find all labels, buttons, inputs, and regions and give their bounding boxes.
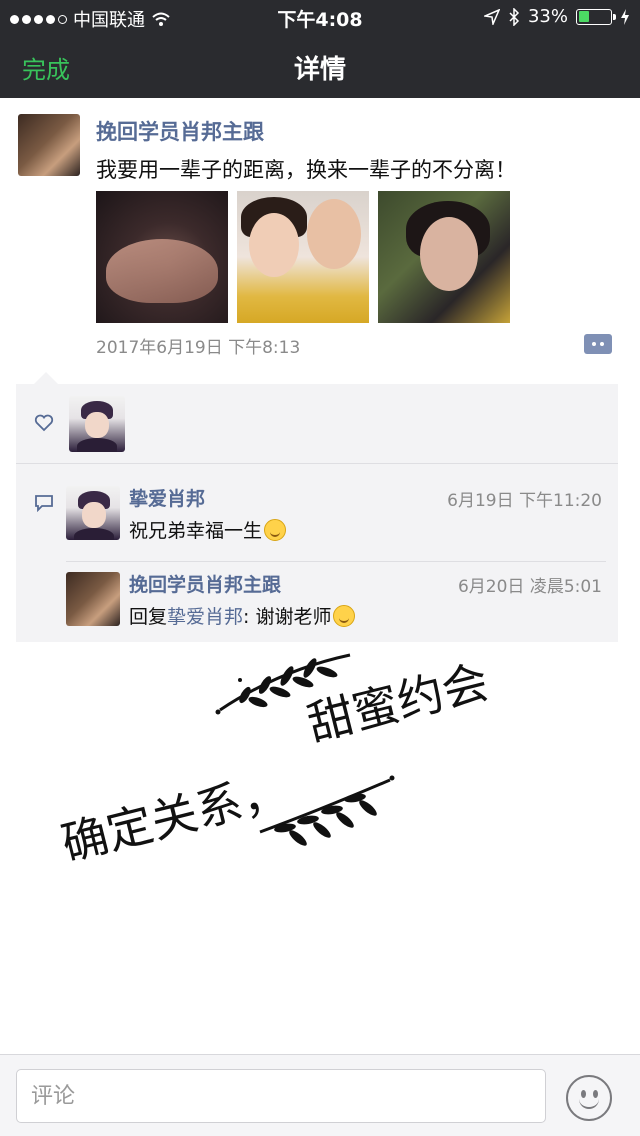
comment-item[interactable]: 挚爱肖邦 6月19日 下午11:20 祝兄弟幸福一生 [16, 482, 618, 560]
comment-bar [0, 1054, 640, 1136]
comment-author[interactable]: 挚爱肖邦 [129, 484, 205, 511]
bluetooth-icon [509, 7, 520, 26]
reply-prefix: 回复 [129, 606, 168, 628]
comment-text: 祝兄弟幸福一生 [129, 516, 287, 543]
like-avatar[interactable] [69, 396, 125, 452]
comment-time: 6月19日 下午11:20 [447, 491, 602, 511]
comment-avatar[interactable] [66, 572, 120, 626]
heart-icon [34, 414, 54, 432]
emoji-button[interactable] [566, 1075, 612, 1121]
comment-input[interactable] [16, 1069, 546, 1123]
comment-avatar[interactable] [66, 486, 120, 540]
battery-fill [578, 11, 589, 22]
comment-divider [66, 561, 606, 562]
battery-percent: 33% [527, 6, 568, 27]
location-icon [483, 8, 500, 25]
charging-icon [621, 8, 629, 25]
interaction-box: 挚爱肖邦 6月19日 下午11:20 祝兄弟幸福一生 挽回学员肖邦主跟 6月20… [16, 384, 618, 642]
status-bar: 中国联通 下午4:08 33% [0, 0, 640, 34]
post-text: 我要用一辈子的距离，换来一辈子的不分离！ [96, 158, 516, 182]
likes-row [16, 384, 618, 464]
reply-target-name[interactable]: 挚爱肖邦 [167, 606, 243, 628]
nav-bar: 完成 详情 [0, 34, 640, 98]
page-title: 详情 [293, 55, 346, 85]
post-timestamp: 2017年6月19日 下午8:13 [96, 338, 301, 358]
post-photo-3[interactable] [378, 191, 510, 323]
more-actions-button[interactable] [584, 334, 612, 354]
comment-text: 回复挚爱肖邦: 谢谢老师 [129, 602, 356, 629]
post-photos [96, 191, 510, 323]
smile-emoji-icon [264, 519, 287, 541]
battery-icon [576, 8, 616, 25]
box-pointer [34, 372, 58, 384]
post-author-avatar[interactable] [18, 114, 80, 176]
post-photo-1[interactable] [96, 191, 228, 323]
comment-item[interactable]: 挽回学员肖邦主跟 6月20日 凌晨5:01 回复挚爱肖邦: 谢谢老师 [16, 564, 618, 642]
comment-time: 6月20日 凌晨5:01 [457, 577, 602, 597]
status-right: 33% [483, 6, 630, 27]
comment-author[interactable]: 挽回学员肖邦主跟 [129, 570, 281, 597]
post-author-name[interactable]: 挽回学员肖邦主跟 [96, 116, 264, 146]
post-photo-2[interactable] [237, 191, 369, 323]
smile-emoji-icon [333, 605, 356, 627]
top-bar: 中国联通 下午4:08 33% 完成 详情 [0, 0, 640, 98]
